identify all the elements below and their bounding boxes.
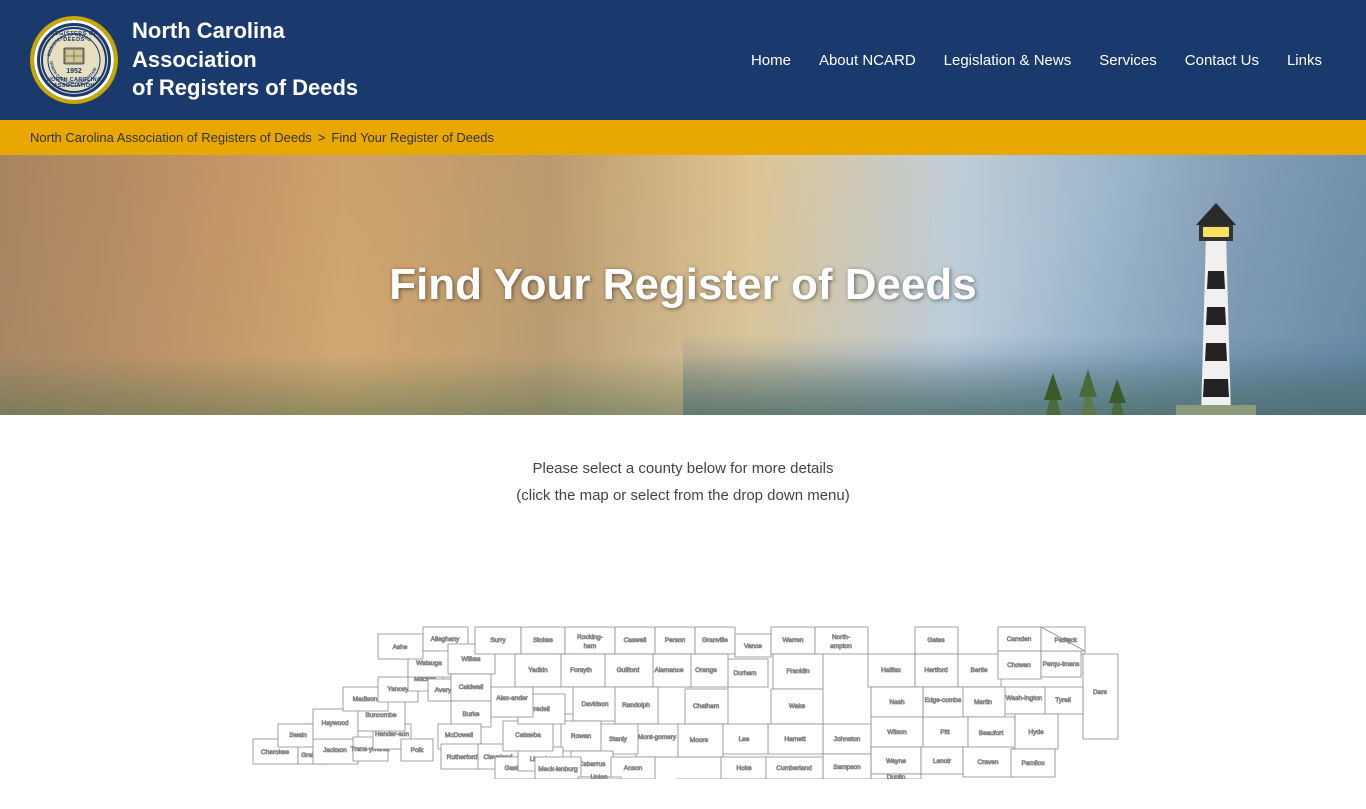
county-caswell[interactable]: Caswell xyxy=(615,627,655,654)
county-vance[interactable]: Vance xyxy=(735,634,771,657)
logo-area: 1952 REGISTERS OF DEEDS NORTH CAROLINA A… xyxy=(30,16,392,104)
logo-inner: 1952 REGISTERS OF DEEDS NORTH CAROLINA A… xyxy=(34,20,114,100)
county-washington[interactable]: Wash-ington xyxy=(1003,687,1045,714)
county-wayne[interactable]: Wayne xyxy=(871,747,921,774)
nav-home[interactable]: Home xyxy=(737,44,805,77)
county-wilson[interactable]: Wilson xyxy=(871,717,923,747)
county-martin[interactable]: Martin xyxy=(961,687,1005,717)
logo-seal: 1952 REGISTERS OF DEEDS NORTH CAROLINA A… xyxy=(37,23,111,97)
county-beaufort[interactable]: Beaufort xyxy=(968,717,1015,749)
county-franklin[interactable]: Franklin xyxy=(773,654,823,689)
map-wrapper: Cherokee Graham Clay Macon Swain Jackson xyxy=(30,529,1336,789)
county-chatham[interactable]: Chatham xyxy=(685,689,728,724)
county-orange[interactable]: Orange xyxy=(685,654,728,687)
county-person[interactable]: Person xyxy=(655,627,695,654)
county-anson[interactable]: Anson xyxy=(611,757,655,779)
county-sampson[interactable]: Sampson xyxy=(823,754,871,779)
county-granville[interactable]: Granville xyxy=(695,627,735,654)
county-surry[interactable]: Surry xyxy=(475,627,521,654)
county-perquimans[interactable]: Perqu-imans xyxy=(1041,651,1081,677)
county-gates[interactable]: Gates xyxy=(915,627,958,654)
logo-circle: 1952 REGISTERS OF DEEDS NORTH CAROLINA A… xyxy=(30,16,118,104)
county-lenoir[interactable]: Lenoir xyxy=(921,747,963,774)
county-edgecombe[interactable]: Edge-combe xyxy=(923,687,963,719)
instruction-text: Please select a county below for more de… xyxy=(30,455,1336,509)
county-nash[interactable]: Nash xyxy=(871,687,923,717)
main-content: Please select a county below for more de… xyxy=(0,415,1366,809)
county-tyrrell[interactable]: Tyrell xyxy=(1043,687,1083,714)
breadcrumb-home-link[interactable]: North Carolina Association of Registers … xyxy=(30,130,312,145)
hero-section: Find Your Register of Deeds xyxy=(0,155,1366,415)
breadcrumb: North Carolina Association of Registers … xyxy=(0,120,1366,155)
svg-text:1952: 1952 xyxy=(66,68,82,75)
county-pitt[interactable]: Pitt xyxy=(923,717,968,747)
county-chowan[interactable]: Chowan xyxy=(998,651,1041,679)
county-ashe[interactable]: Ashe xyxy=(378,634,423,659)
county-haywood[interactable]: Haywood xyxy=(313,709,358,739)
hero-horizon xyxy=(0,355,1366,415)
county-bertie[interactable]: Bertie xyxy=(958,654,1001,687)
nav-contact[interactable]: Contact Us xyxy=(1171,44,1273,77)
county-warren[interactable]: Warren xyxy=(771,627,815,654)
county-jackson[interactable]: Jackson xyxy=(313,739,358,764)
county-camden[interactable]: Camden xyxy=(998,627,1041,651)
county-hertford[interactable]: Hertford xyxy=(915,654,958,687)
county-lee[interactable]: Lee xyxy=(720,724,768,754)
county-caldwell[interactable]: Caldwell xyxy=(451,674,491,701)
county-rockingham[interactable]: Rocking- ham xyxy=(565,627,615,654)
county-hyde[interactable]: Hyde xyxy=(1015,714,1058,749)
nav-legislation[interactable]: Legislation & News xyxy=(930,44,1086,77)
nc-county-map[interactable]: Cherokee Graham Clay Macon Swain Jackson xyxy=(223,539,1143,779)
breadcrumb-current: Find Your Register of Deeds xyxy=(331,130,494,145)
county-harnett[interactable]: Harnett xyxy=(768,724,823,754)
county-johnston[interactable]: Johnston xyxy=(823,724,871,754)
nav-links[interactable]: Links xyxy=(1273,44,1336,77)
county-cumberland[interactable]: Cumberland xyxy=(766,757,823,779)
site-header: 1952 REGISTERS OF DEEDS NORTH CAROLINA A… xyxy=(0,0,1366,120)
county-mecklenburg[interactable]: Meck-lenburg xyxy=(535,757,581,779)
county-guilford[interactable]: Guilford xyxy=(603,654,653,687)
county-burke[interactable]: Burke xyxy=(451,701,491,727)
county-montgomery[interactable]: Mont-gomery xyxy=(636,724,678,757)
lighthouse-icon xyxy=(1166,185,1266,415)
trees-icon xyxy=(1026,335,1146,415)
county-rowan[interactable]: Rowan xyxy=(561,721,601,751)
hero-title: Find Your Register of Deeds xyxy=(389,260,977,310)
logo-text: North Carolina Association of Registers … xyxy=(132,17,392,103)
county-halifax[interactable]: Halifax xyxy=(868,654,915,687)
county-alexander[interactable]: Alex-ander xyxy=(491,687,533,717)
county-davidson[interactable]: Davidson xyxy=(573,687,618,721)
nav-services[interactable]: Services xyxy=(1085,44,1171,77)
county-pamlico[interactable]: Pamlico xyxy=(1011,749,1055,777)
county-durham[interactable]: Durham xyxy=(723,659,768,687)
county-dare[interactable]: Dare xyxy=(1083,654,1118,739)
county-wake[interactable]: Wake xyxy=(771,689,823,724)
county-polk[interactable]: Polk xyxy=(401,739,433,761)
county-rutherford[interactable]: Rutherford xyxy=(441,744,483,769)
county-forsyth[interactable]: Forsyth xyxy=(558,654,605,687)
county-duplin[interactable]: Duplin xyxy=(871,774,921,779)
county-stanly[interactable]: Stanly xyxy=(598,724,638,754)
county-moore[interactable]: Moore xyxy=(676,724,723,757)
county-stokes[interactable]: Stokes xyxy=(521,627,565,654)
county-hoke[interactable]: Hoke xyxy=(721,757,768,779)
breadcrumb-separator: > xyxy=(318,130,326,145)
county-catawba[interactable]: Catawba xyxy=(503,721,553,751)
county-randolph[interactable]: Randolph xyxy=(615,687,658,724)
county-swain[interactable]: Swain xyxy=(278,724,318,747)
county-northampton[interactable]: North- ampton xyxy=(815,627,868,654)
main-nav: Home About NCARD Legislation & News Serv… xyxy=(737,44,1336,77)
county-craven[interactable]: Craven xyxy=(963,747,1013,777)
county-yadkin[interactable]: Yadkin xyxy=(515,654,561,687)
county-alamance[interactable]: Alamance xyxy=(648,654,691,687)
nav-about[interactable]: About NCARD xyxy=(805,44,930,77)
